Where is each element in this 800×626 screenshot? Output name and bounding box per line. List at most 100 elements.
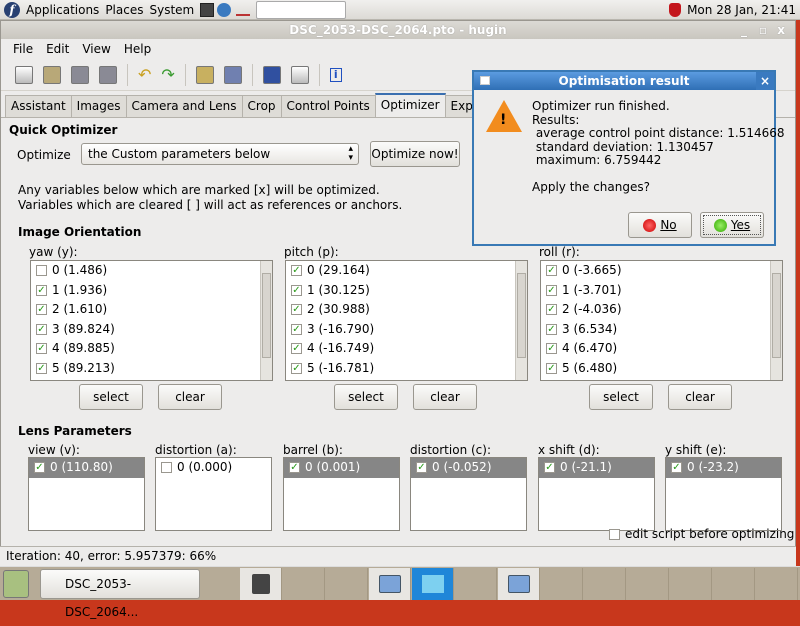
workspace-7[interactable] [498, 568, 540, 600]
checkbox[interactable]: ✓ [291, 304, 302, 316]
list-item[interactable]: 0 (0.000) [156, 458, 271, 478]
clear-button[interactable]: clear [158, 384, 222, 410]
fast-preview-icon[interactable] [223, 65, 242, 84]
optimize-dropdown[interactable]: the Custom parameters below ▴ ▾ [81, 143, 359, 165]
menu-view[interactable]: View [82, 42, 110, 56]
scrollbar[interactable] [770, 261, 782, 380]
checkbox[interactable]: ✓ [36, 323, 47, 335]
window-titlebar[interactable]: DSC_2053-DSC_2064.pto - hugin _ ▫ x [1, 21, 795, 39]
info-icon[interactable]: i [329, 67, 342, 82]
variable-list[interactable]: ✓ 0 (29.164) ✓ 1 (30.125) ✓ 2 (30.988) ✓ 3 (-16… [285, 260, 528, 381]
workspace-1[interactable] [240, 568, 282, 600]
checkbox[interactable]: ✓ [546, 304, 557, 316]
checkbox[interactable]: ✓ [671, 462, 682, 474]
lens-param-list[interactable]: ✓ 0 (-23.2) [665, 457, 782, 531]
variable-list[interactable]: ✓ 0 (-3.665) ✓ 1 (-3.701) ✓ 2 (-4.036) ✓ 3 (6.5… [540, 260, 783, 381]
checkbox[interactable]: ✓ [36, 362, 47, 374]
workspace-6[interactable] [455, 568, 497, 600]
list-item[interactable]: ✓ 4 (89.885) [31, 339, 272, 359]
terminal-launcher-icon[interactable] [200, 2, 215, 17]
select-button[interactable]: select [334, 384, 398, 410]
checkbox[interactable]: ✓ [546, 343, 557, 355]
list-item[interactable]: ✓ 1 (1.936) [31, 281, 272, 301]
edit-script-checkbox[interactable]: edit script before optimizing [609, 527, 794, 541]
menu-edit[interactable]: Edit [46, 42, 69, 56]
list-item[interactable]: ✓ 0 (-0.052) [411, 458, 526, 478]
clear-button[interactable]: clear [413, 384, 477, 410]
workspace-3[interactable] [326, 568, 368, 600]
browser-launcher-icon[interactable] [217, 2, 232, 17]
places-menu[interactable]: Places [105, 3, 143, 17]
yes-button[interactable]: Yes [700, 212, 764, 238]
workspace-8[interactable] [541, 568, 583, 600]
open-folder-icon[interactable] [43, 65, 61, 84]
undo-icon[interactable]: ↶ [138, 65, 151, 84]
tab-optimizer[interactable]: Optimizer [374, 93, 446, 117]
workspace-2[interactable] [283, 568, 325, 600]
tab-assistant[interactable]: Assistant [5, 95, 72, 117]
minimize-button[interactable]: _ [741, 21, 747, 39]
redo-icon[interactable]: ↷ [161, 65, 174, 84]
list-item[interactable]: ✓ 3 (6.534) [541, 320, 782, 340]
workspace-9[interactable] [584, 568, 626, 600]
no-button[interactable]: No [628, 212, 692, 238]
list-item[interactable]: ✓ 0 (-21.1) [539, 458, 654, 478]
workspace-11[interactable] [670, 568, 712, 600]
lens-param-list[interactable]: ✓ 0 (-0.052) [410, 457, 527, 531]
list-item[interactable]: ✓ 2 (-4.036) [541, 300, 782, 320]
list-item[interactable]: ✓ 0 (110.80) [29, 458, 144, 478]
save-as-icon[interactable] [99, 65, 117, 84]
checkbox[interactable]: ✓ [291, 284, 302, 296]
list-item[interactable]: ✓ 0 (-23.2) [666, 458, 781, 478]
list-item[interactable]: ✓ 0 (0.001) [284, 458, 399, 478]
list-item[interactable]: ✓ 3 (-16.790) [286, 320, 527, 340]
taskbar-task-hugin[interactable]: DSC_2053-DSC_2064... [40, 569, 200, 619]
lens-param-list[interactable]: ✓ 0 (110.80) [28, 457, 145, 531]
checkbox[interactable]: ✓ [546, 323, 557, 335]
maximize-button[interactable]: ▫ [759, 21, 767, 39]
show-desktop-icon[interactable] [3, 570, 29, 598]
dialog-menu-icon[interactable] [480, 76, 490, 85]
save-icon[interactable] [71, 65, 89, 84]
checkbox[interactable] [36, 265, 47, 277]
dialog-close-button[interactable]: × [756, 72, 774, 90]
checkbox[interactable]: ✓ [544, 462, 555, 474]
preview-icon[interactable] [195, 65, 214, 84]
list-icon[interactable] [290, 65, 309, 84]
clear-button[interactable]: clear [668, 384, 732, 410]
list-item[interactable]: ✓ 4 (-16.749) [286, 339, 527, 359]
close-window-button[interactable]: x [777, 21, 785, 39]
checkbox[interactable]: ✓ [546, 265, 557, 277]
list-item[interactable]: ✓ 1 (-3.701) [541, 281, 782, 301]
tab-control-points[interactable]: Control Points [280, 95, 376, 117]
fedora-logo-icon[interactable]: f [4, 1, 20, 18]
checkbox[interactable]: ✓ [291, 343, 302, 355]
applications-menu[interactable]: Applications [26, 3, 99, 17]
workspace-5-active[interactable] [412, 568, 454, 600]
panorama-icon[interactable] [262, 65, 281, 84]
checkbox[interactable] [609, 528, 620, 540]
checkbox[interactable]: ✓ [546, 362, 557, 374]
lens-param-list[interactable]: ✓ 0 (0.001) [283, 457, 400, 531]
list-item[interactable]: ✓ 0 (29.164) [286, 261, 527, 281]
panel-search-field[interactable] [256, 0, 347, 19]
checkbox[interactable]: ✓ [291, 265, 302, 277]
new-file-icon[interactable] [15, 65, 33, 84]
tab-crop[interactable]: Crop [241, 95, 282, 117]
workspace-4[interactable] [369, 568, 411, 600]
clock[interactable]: Mon 28 Jan, 21:41 [687, 3, 796, 17]
optimize-now-button[interactable]: Optimize now! [370, 141, 460, 167]
update-notifier-icon[interactable] [669, 2, 682, 17]
select-button[interactable]: select [589, 384, 653, 410]
checkbox[interactable]: ✓ [416, 462, 427, 474]
tab-images[interactable]: Images [70, 95, 127, 117]
scrollbar[interactable] [515, 261, 527, 380]
checkbox[interactable]: ✓ [546, 284, 557, 296]
list-item[interactable]: ✓ 2 (30.988) [286, 300, 527, 320]
dialog-titlebar[interactable]: Optimisation result × [474, 72, 774, 90]
list-item[interactable]: ✓ 5 (-16.781) [286, 359, 527, 379]
checkbox[interactable]: ✓ [34, 462, 45, 474]
list-item[interactable]: ✓ 4 (6.470) [541, 339, 782, 359]
checkbox[interactable]: ✓ [36, 284, 47, 296]
checkbox[interactable]: ✓ [291, 323, 302, 335]
